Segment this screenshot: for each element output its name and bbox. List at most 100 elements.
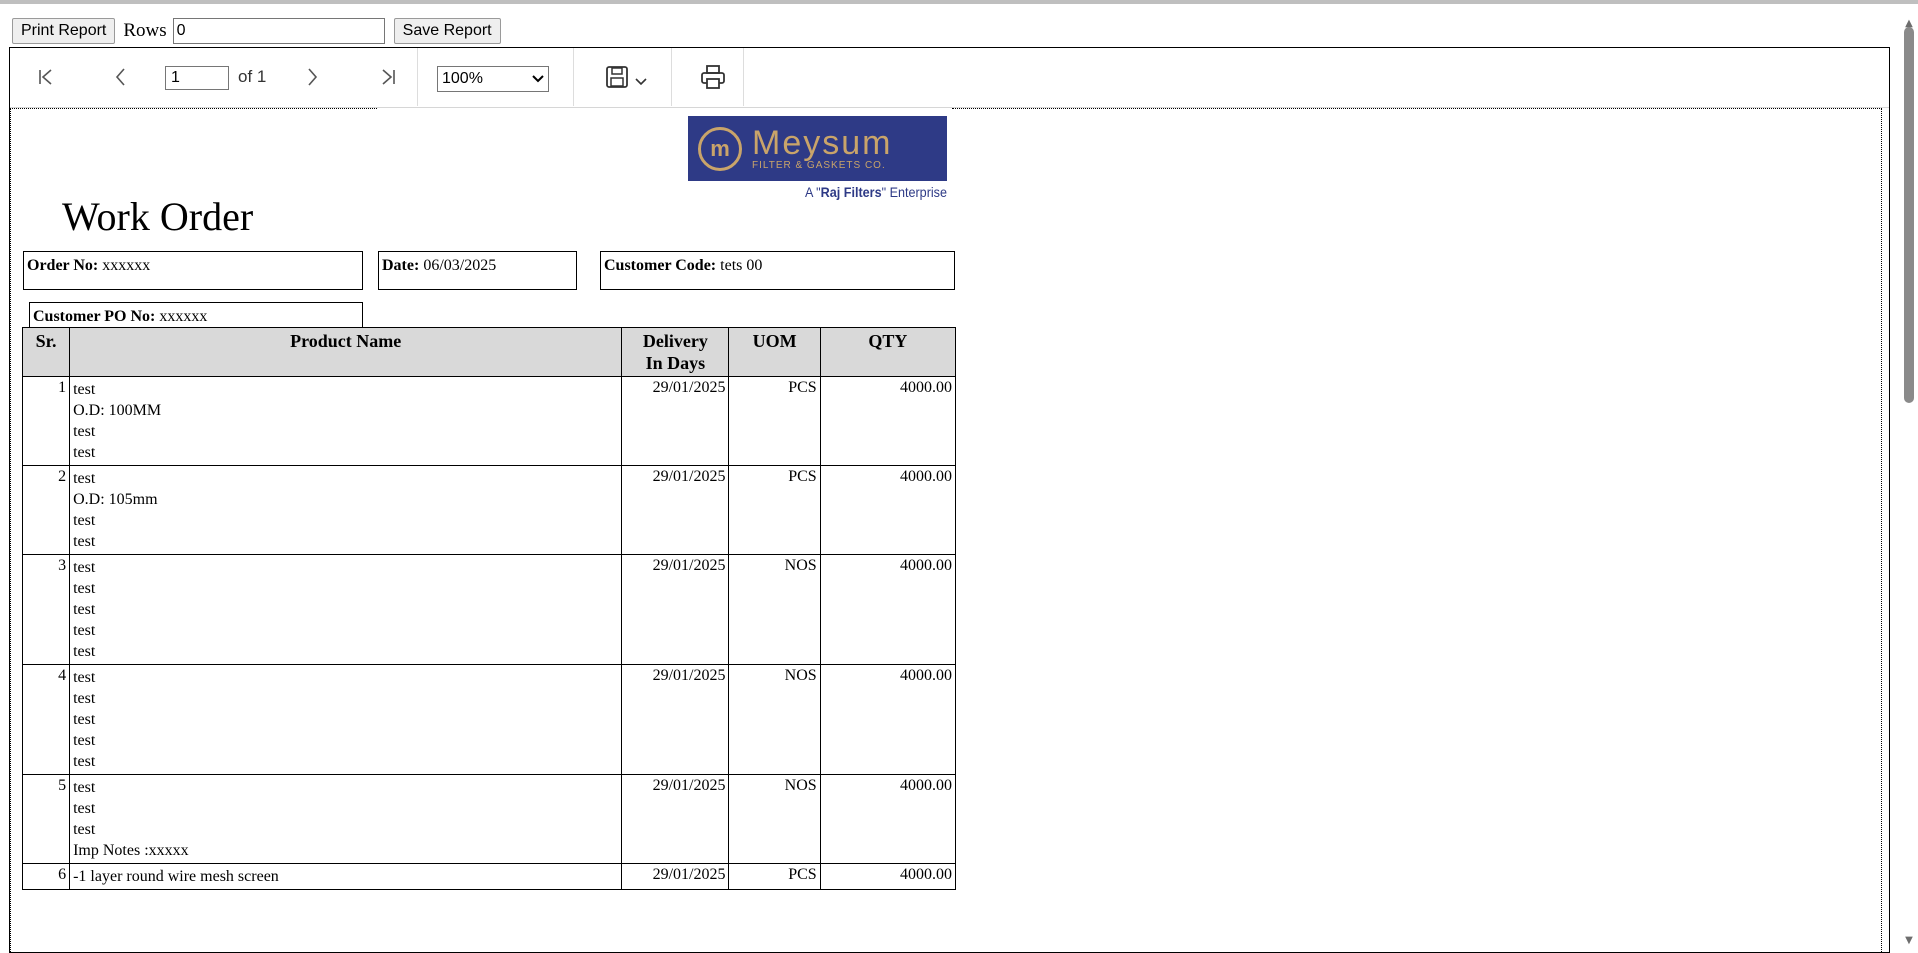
product-line: test bbox=[73, 690, 96, 707]
customer-code-field: Customer Code: tets 00 bbox=[600, 251, 955, 290]
last-page-icon[interactable] bbox=[372, 48, 404, 106]
cell-sr: 1 bbox=[21, 376, 71, 466]
cell-sr: 3 bbox=[21, 554, 71, 665]
date-label: Date: bbox=[382, 257, 420, 274]
scroll-down-icon[interactable]: ▼ bbox=[1903, 935, 1915, 946]
save-icon bbox=[606, 66, 628, 88]
date-field: Date: 06/03/2025 bbox=[378, 251, 577, 290]
logo-name: Meysum bbox=[752, 123, 893, 162]
report-title: Work Order bbox=[62, 194, 254, 239]
cell-qty: 4000.00 bbox=[819, 554, 957, 665]
cell-uom: PCS bbox=[728, 465, 821, 555]
next-page-icon[interactable] bbox=[296, 48, 328, 106]
customer-code-label: Customer Code: bbox=[604, 257, 717, 274]
header-delivery: Delivery In Days bbox=[621, 327, 730, 377]
date-value: 06/03/2025 bbox=[423, 257, 497, 274]
scrollbar-thumb[interactable] bbox=[1904, 27, 1914, 403]
table-row: 2 test O.D: 105mm test test 29/01/2025 PCS 4000… bbox=[21, 465, 957, 555]
cell-product-name: test test test test test bbox=[69, 554, 623, 665]
first-page-icon[interactable] bbox=[30, 48, 62, 106]
rows-input[interactable] bbox=[172, 18, 385, 44]
product-line: test bbox=[73, 622, 96, 639]
page-border-left bbox=[10, 108, 11, 952]
customer-code-value: tets 00 bbox=[720, 257, 763, 274]
cell-uom: NOS bbox=[728, 554, 821, 665]
product-line: O.D: 105mm bbox=[73, 491, 158, 508]
cell-product-name: test O.D: 100MM test test bbox=[69, 376, 623, 466]
product-line: test bbox=[73, 533, 96, 550]
table-row: 5 test test test Imp Notes :xxxxx 29/01/2025 N… bbox=[21, 774, 957, 864]
cell-product-name: test test test test test bbox=[69, 664, 623, 775]
toolbar-separator bbox=[417, 48, 418, 106]
order-no-field: Order No: xxxxxx bbox=[23, 251, 363, 290]
toolbar-separator bbox=[671, 48, 672, 106]
header-delivery-line1: Delivery bbox=[642, 331, 708, 351]
product-line: test bbox=[73, 512, 96, 529]
report-top-bar: Print Report Rows Save Report bbox=[12, 17, 501, 45]
logo-subtitle: FILTER & GASKETS CO. bbox=[752, 159, 886, 171]
cell-delivery: 29/01/2025 bbox=[621, 863, 730, 890]
report-viewer: of 1 100% m Meysum F bbox=[9, 47, 1890, 953]
product-line: test bbox=[73, 643, 96, 660]
company-logo: m Meysum FILTER & GASKETS CO. bbox=[688, 116, 947, 181]
cell-qty: 4000.00 bbox=[819, 863, 957, 890]
product-line: test bbox=[73, 821, 96, 838]
cell-qty: 4000.00 bbox=[819, 774, 957, 864]
cell-delivery: 29/01/2025 bbox=[621, 465, 730, 555]
product-line: test bbox=[73, 732, 96, 749]
prev-page-icon[interactable] bbox=[105, 48, 137, 106]
header-qty: QTY bbox=[819, 327, 957, 377]
report-page: m Meysum FILTER & GASKETS CO. A "Raj Fil… bbox=[10, 108, 1888, 952]
cell-product-name: test test test Imp Notes :xxxxx bbox=[69, 774, 623, 864]
rows-label: Rows bbox=[123, 20, 167, 41]
logo-text: Meysum FILTER & GASKETS CO. bbox=[752, 126, 892, 172]
cell-uom: PCS bbox=[728, 376, 821, 466]
page-count-label: of 1 bbox=[238, 67, 267, 86]
zoom-select[interactable]: 100% bbox=[437, 66, 549, 92]
table-row: 3 test test test test test 29/01/2025 NOS 4000.0… bbox=[21, 554, 957, 665]
product-line: test bbox=[73, 381, 96, 398]
cell-sr: 4 bbox=[21, 664, 71, 775]
save-report-button[interactable]: Save Report bbox=[393, 18, 501, 44]
product-line: test bbox=[73, 753, 96, 770]
items-table: Sr. Product Name Delivery In Days UOM QTY… bbox=[21, 327, 957, 890]
toolbar-separator bbox=[743, 48, 744, 106]
print-icon[interactable] bbox=[693, 48, 733, 106]
toolbar-separator bbox=[573, 48, 574, 106]
product-line: test bbox=[73, 711, 96, 728]
cell-uom: NOS bbox=[728, 664, 821, 775]
tagline-prefix: A " bbox=[804, 184, 821, 200]
export-save-button[interactable] bbox=[598, 48, 654, 106]
logo-tagline: A "Raj Filters" Enterprise bbox=[779, 184, 947, 200]
logo-mark-icon: m bbox=[698, 126, 742, 171]
product-line: test bbox=[73, 470, 96, 487]
cell-sr: 5 bbox=[21, 774, 71, 864]
cell-product-name: test O.D: 105mm test test bbox=[69, 465, 623, 555]
product-line: test bbox=[73, 580, 96, 597]
tagline-suffix: " Enterprise bbox=[881, 184, 947, 200]
cell-sr: 6 bbox=[21, 863, 71, 890]
chevron-down-icon bbox=[532, 75, 544, 83]
product-line: test bbox=[73, 779, 96, 796]
header-sr: Sr. bbox=[21, 327, 71, 377]
cell-sr: 2 bbox=[21, 465, 71, 555]
product-line: O.D: 100MM bbox=[73, 402, 162, 419]
items-table-body: 1 test O.D: 100MM test test 29/01/2025 PCS 4000… bbox=[21, 376, 957, 890]
page-border-right bbox=[1881, 108, 1882, 952]
scroll-up-icon[interactable]: ▲ bbox=[1903, 18, 1915, 29]
page-border-top-left bbox=[10, 108, 377, 109]
header-uom: UOM bbox=[728, 327, 821, 377]
page-number-input[interactable] bbox=[165, 66, 229, 90]
customer-po-value: xxxxxx bbox=[159, 308, 208, 325]
tagline-brand: Raj Filters bbox=[820, 184, 882, 200]
cell-product-name: -1 layer round wire mesh screen bbox=[69, 863, 623, 890]
table-row: 6 -1 layer round wire mesh screen 29/01/20… bbox=[21, 863, 957, 890]
cell-uom: PCS bbox=[728, 863, 821, 890]
order-no-label: Order No: bbox=[27, 257, 99, 274]
product-line: test bbox=[73, 800, 96, 817]
print-report-button[interactable]: Print Report bbox=[12, 18, 116, 44]
product-line: test bbox=[73, 669, 96, 686]
order-no-value: xxxxxx bbox=[102, 257, 151, 274]
cell-uom: NOS bbox=[728, 774, 821, 864]
header-delivery-line2: In Days bbox=[645, 353, 706, 373]
